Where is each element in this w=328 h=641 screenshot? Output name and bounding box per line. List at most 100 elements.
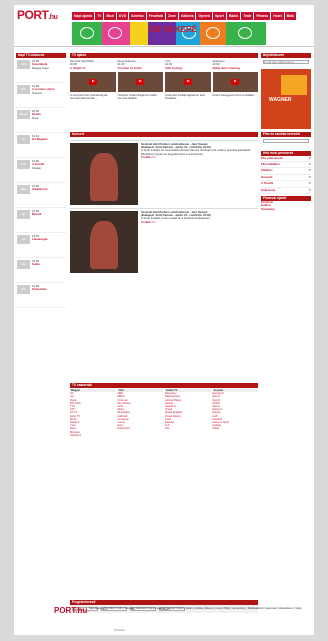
nav-item[interactable]: Fesztivál — [146, 12, 166, 20]
nav-item[interactable]: Teátr — [241, 12, 254, 20]
nav-item[interactable]: Hotel — [271, 12, 284, 20]
nav-item[interactable]: Gálleria — [179, 12, 196, 20]
top-link[interactable]: Tudomány — [261, 207, 311, 211]
item-sub: Magyar Kupa — [32, 65, 49, 70]
channel-logo: Duna — [17, 110, 30, 119]
item-title[interactable]: Labdarúgás — [32, 237, 48, 241]
nav-item[interactable]: Napi ajánló — [72, 12, 95, 20]
list-item-text: 14:00 Kukla — [32, 259, 40, 280]
play-icon[interactable] — [231, 78, 240, 85]
recommend-card[interactable]: Spektrum 22:00 Rabló álarc tehetség Ibolya … — [212, 59, 259, 130]
bike-icon — [238, 27, 252, 39]
list-item[interactable]: atv 14:00 Kirándulás — [16, 283, 66, 308]
nav-item[interactable]: Gyerek — [196, 12, 212, 20]
item-title[interactable]: EU-Magazin — [32, 137, 48, 141]
nav-item[interactable]: DVD — [116, 12, 129, 20]
video-thumbnail[interactable] — [70, 71, 116, 92]
page: PORT.hu Napi ajánló TV Mozi DVD Színház Feszt… — [14, 5, 314, 635]
list-item[interactable]: m1 14:30 Kosárlabda Magyar Kupa — [16, 58, 66, 83]
email-input[interactable] — [263, 60, 309, 64]
video-thumbnail[interactable] — [117, 71, 163, 92]
list-item-title[interactable]: A Tizedik — [261, 181, 273, 185]
more-link[interactable]: Tovább >>> — [141, 156, 258, 159]
recommend-card[interactable]: Duna Televízió 21:00 Tirschler és Gritta Ti… — [117, 59, 164, 130]
list-item-title[interactable]: Földközi — [261, 168, 272, 172]
nav-item[interactable]: Mozi — [104, 12, 116, 20]
left-column: Napi TV-műsorok m1 14:30 Kosárlabda Magyar … — [16, 53, 66, 308]
article-image[interactable] — [70, 143, 138, 205]
card-title[interactable]: Tirschler és Gritta — [118, 66, 164, 70]
top-banner[interactable]: ES TA KERÉ — [72, 22, 266, 45]
list-item[interactable]: ds 14:00 Kukla — [16, 258, 66, 283]
site-logo[interactable]: PORT.hu — [17, 8, 58, 22]
channel-logo: ds — [17, 260, 30, 269]
list-item-title[interactable]: Film Gladiátor — [261, 162, 280, 166]
figure — [90, 221, 118, 269]
channel-logo: rtl — [17, 135, 30, 144]
recommend-card[interactable]: TV2 21:30 Alibi Gyöngy A Nemzet Futball ágá… — [165, 59, 211, 130]
list-item-title[interactable]: Hollywood — [261, 188, 275, 192]
item-title[interactable]: Gladiátorok — [32, 187, 48, 191]
list-item-text: 14:00 A Tizedik Kirakat — [32, 159, 44, 180]
footer-partner: Ötöödike — [114, 628, 126, 632]
channel-link[interactable]: Life — [165, 427, 211, 430]
article-image[interactable] — [70, 211, 138, 273]
list-item-text: 13:10 EU-Magazin — [32, 134, 48, 155]
tv-column: Hobbi TV Discovery National Geo Animal Plan… — [165, 389, 211, 437]
item-title[interactable]: Kirándulás — [32, 287, 46, 291]
nav-item[interactable]: Színház — [129, 12, 146, 20]
channel-link[interactable]: Poker — [213, 427, 259, 430]
video-thumbnail[interactable] — [165, 71, 211, 92]
nav-item[interactable]: Blák — [284, 12, 296, 20]
list-item-tag: Tr — [308, 181, 311, 186]
film-search-input[interactable] — [263, 139, 309, 143]
channel-link[interactable]: Spektrum — [70, 434, 116, 437]
item-title[interactable]: Mozaik — [32, 212, 41, 216]
play-icon[interactable] — [183, 78, 192, 85]
play-icon[interactable] — [88, 78, 97, 85]
footer-logo[interactable]: PORT.hu — [54, 606, 87, 615]
list-item-tag: Tr — [308, 174, 311, 179]
card-title[interactable]: Rabló álarc tehetség — [213, 66, 259, 70]
channel-logo: tv2 — [17, 160, 30, 169]
card-text: Ibolya Csaugya Ferenc a szállást... — [212, 92, 257, 97]
item-title[interactable]: Kukla — [32, 262, 40, 266]
list-item[interactable]: vv 14:00 Labdarúgás — [16, 233, 66, 258]
tv-recommend-title: TV ajánló — [70, 53, 258, 58]
list-item-title[interactable]: Kövezők — [261, 175, 273, 179]
advertisement[interactable]: WAGNER — [261, 69, 311, 129]
list-item[interactable]: tv2 14:00 A Tizedik Kirakat — [16, 158, 66, 183]
article: Szolnoki Hold Paridon szimfonikusok - Ja… — [70, 208, 258, 273]
item-sub: hírek — [32, 115, 39, 120]
list-item[interactable]: hbo 14:00 Gladiátorok — [16, 183, 66, 208]
card-text: Tirschler Gritta Drágai és szidta nemzet… — [117, 92, 157, 101]
item-sub: Sorozat — [32, 90, 42, 95]
card-title[interactable]: A Végkör Tr. — [70, 66, 116, 70]
channel-link[interactable]: Paramount — [118, 427, 164, 430]
channel-logo: m1 — [17, 60, 30, 69]
nav-item[interactable]: Fitness — [254, 12, 271, 20]
tv-column: Sorozat Eurosport Sport1 Sport2 ESPN Sport+ Ex… — [212, 389, 259, 437]
list-item[interactable]: sp 14:00 Mozaik — [16, 208, 66, 233]
list-item[interactable]: rtl 13:10 EU-Magazin — [16, 133, 66, 158]
recommend-card[interactable]: Nemzeti Sportrádió 20:00 A Végkör Tr. A sor… — [70, 59, 116, 130]
list-item-text: 14:00 A sorsban szikra Sorozat — [32, 84, 54, 105]
nav-item[interactable]: Rádió — [226, 12, 241, 20]
list-item-title[interactable]: Ébe vélemények — [261, 156, 283, 160]
channel-logo: atv — [17, 285, 30, 294]
nav-item[interactable]: Zene — [166, 12, 179, 20]
card-title[interactable]: Alibi Gyöngy — [165, 66, 211, 70]
nav-item[interactable]: Sport — [212, 12, 226, 20]
video-thumbnail[interactable] — [212, 71, 258, 92]
list-item[interactable]: Hollywood Tr — [261, 188, 311, 194]
list-item[interactable]: Duna 10:00 Híradó hírek — [16, 108, 66, 133]
tv-column: Magyar m1 m2 Duna RTL Klub TV2 ATV Hír TV Echo T… — [70, 389, 116, 437]
more-link[interactable]: Tovább >>> — [141, 221, 211, 224]
footer-links[interactable]: Napi ajánló | TV | Mozi | DVD | Színház … — [89, 607, 309, 610]
header: PORT.hu Napi ajánló TV Mozi DVD Színház Feszt… — [14, 5, 314, 47]
right-column: Bejelentkezés WAGNER Film és színház ker… — [261, 53, 311, 213]
list-item[interactable]: m2 14:00 A sorsban szikra Sorozat — [16, 83, 66, 108]
play-icon[interactable] — [136, 78, 145, 85]
nav-item[interactable]: TV — [95, 12, 104, 20]
list-item-tag: Tr — [308, 155, 311, 160]
